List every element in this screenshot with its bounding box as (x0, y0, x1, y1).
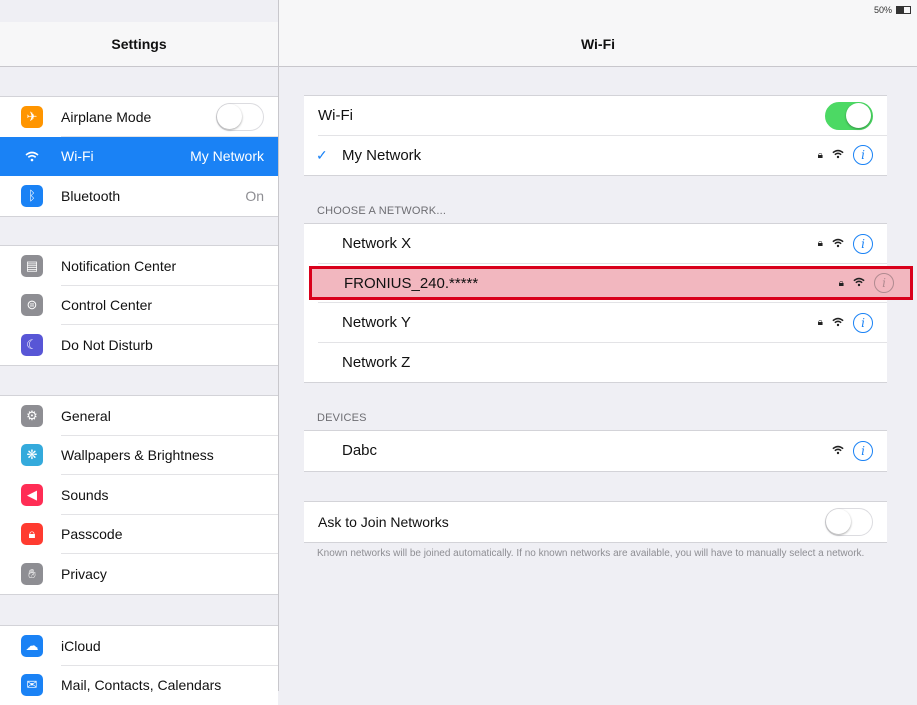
network-row[interactable]: Network Y 🔒︎ i (304, 303, 887, 343)
network-status-icons: i (832, 441, 873, 461)
ask-to-join-label: Ask to Join Networks (318, 514, 825, 530)
sidebar-item-passcode[interactable]: 🔒︎ Passcode (0, 515, 278, 555)
sidebar-item-icloud[interactable]: ☁ iCloud (0, 626, 278, 666)
info-icon[interactable]: i (853, 234, 873, 254)
sidebar-item-notification-center[interactable]: ▤ Notification Center (0, 246, 278, 286)
sidebar-item-wifi[interactable]: Wi-Fi My Network (0, 137, 278, 177)
sidebar-item-do-not-disturb[interactable]: ☾ Do Not Disturb (0, 325, 278, 365)
network-name: Network Y (342, 314, 818, 331)
sidebar-group-notifications: ▤ Notification Center ⊜ Control Center ☾… (0, 245, 278, 366)
sidebar-title: Settings (0, 22, 278, 67)
lock-icon: 🔒︎ (21, 523, 43, 545)
wifi-signal-icon (832, 444, 844, 458)
gear-icon: ⚙ (21, 405, 43, 427)
highlighted-network-row[interactable]: FRONIUS_240.***** 🔒︎ i (309, 266, 913, 300)
ask-to-join-row: Ask to Join Networks (304, 502, 887, 542)
network-status-icons: 🔒︎ i (818, 145, 873, 165)
network-status-icons: 🔒︎ i (818, 234, 873, 254)
toggle-knob (826, 509, 851, 534)
wifi-signal-icon (832, 148, 844, 162)
info-icon[interactable]: i (853, 441, 873, 461)
info-icon[interactable]: i (853, 145, 873, 165)
sidebar-item-privacy[interactable]: ✋︎ Privacy (0, 554, 278, 594)
lock-icon: 🔒︎ (839, 278, 844, 289)
network-status-icons: 🔒︎ i (818, 313, 873, 333)
network-row[interactable]: Network X 🔒︎ i (304, 224, 887, 264)
sidebar-item-label: iCloud (61, 638, 278, 654)
connected-network-name: My Network (342, 147, 818, 164)
mail-icon: ✉ (21, 674, 43, 696)
devices-title: DEVICES (317, 412, 367, 424)
sidebar-item-sounds[interactable]: ◀ Sounds (0, 475, 278, 515)
toggle-knob (217, 104, 242, 129)
sidebar-item-label: Privacy (61, 566, 278, 582)
wifi-toggle[interactable] (825, 102, 873, 130)
sidebar-item-label: Do Not Disturb (61, 337, 278, 353)
sidebar-group-accounts: ☁ iCloud ✉ Mail, Contacts, Calendars (0, 625, 278, 705)
airplane-mode-toggle[interactable] (216, 103, 264, 131)
sidebar-item-value: My Network (190, 148, 264, 164)
moon-icon: ☾ (21, 334, 43, 356)
choose-network-title: CHOOSE A NETWORK... (317, 205, 446, 217)
ask-to-join-toggle[interactable] (825, 508, 873, 536)
flower-icon: ❋ (21, 444, 43, 466)
network-status-icons: 🔒︎ i (839, 273, 894, 293)
sidebar-item-value: On (245, 188, 264, 204)
hand-icon: ✋︎ (21, 563, 43, 585)
network-name: Network X (342, 235, 818, 252)
wifi-icon (21, 145, 43, 167)
sidebar-group-connectivity: ✈ Airplane Mode Wi-Fi My Network ᛒ Bluet… (0, 96, 278, 217)
wifi-signal-icon (832, 237, 844, 251)
sidebar-item-label: Notification Center (61, 258, 278, 274)
ask-to-join-card: Ask to Join Networks (304, 501, 887, 543)
status-right: 50% (874, 5, 911, 15)
page-title: Wi-Fi (279, 22, 917, 67)
device-name: Dabc (342, 442, 832, 459)
sidebar-item-label: Airplane Mode (61, 109, 216, 125)
lock-icon: 🔒︎ (818, 150, 823, 161)
network-name: FRONIUS_240.***** (344, 275, 839, 292)
wifi-card: Wi-Fi ✓ My Network 🔒︎ i (304, 95, 887, 176)
network-row[interactable]: Network Z (304, 343, 887, 383)
sidebar-item-label: Wallpapers & Brightness (61, 447, 278, 463)
notification-center-icon: ▤ (21, 255, 43, 277)
sidebar-item-label: Control Center (61, 297, 278, 313)
sidebar-item-wallpapers-brightness[interactable]: ❋ Wallpapers & Brightness (0, 436, 278, 476)
sidebar-item-airplane-mode[interactable]: ✈ Airplane Mode (0, 97, 278, 137)
network-list: Network X 🔒︎ i Network Y 🔒︎ i Network Z (304, 223, 887, 383)
sidebar-item-label: Sounds (61, 487, 278, 503)
cloud-icon: ☁ (21, 635, 43, 657)
battery-percentage: 50% (874, 5, 892, 15)
toggle-knob (846, 103, 871, 128)
sidebar-item-bluetooth[interactable]: ᛒ Bluetooth On (0, 176, 278, 216)
wifi-signal-icon (832, 316, 844, 330)
checkmark-icon: ✓ (316, 147, 342, 164)
sidebar-item-general[interactable]: ⚙ General (0, 396, 278, 436)
network-name: Network Z (342, 354, 887, 371)
wifi-label: Wi-Fi (318, 107, 825, 124)
speaker-icon: ◀ (21, 484, 43, 506)
connected-network-row[interactable]: ✓ My Network 🔒︎ i (304, 136, 887, 176)
sidebar-item-mail-contacts-calendars[interactable]: ✉ Mail, Contacts, Calendars (0, 666, 278, 705)
device-row[interactable]: Dabc i (304, 431, 887, 471)
settings-sidebar: Settings ✈ Airplane Mode Wi-Fi My Networ… (0, 0, 279, 691)
lock-icon: 🔒︎ (818, 317, 823, 328)
devices-list: Dabc i (304, 430, 887, 472)
sidebar-item-control-center[interactable]: ⊜ Control Center (0, 286, 278, 326)
wifi-signal-icon (853, 276, 865, 290)
sidebar-item-label: Bluetooth (61, 188, 245, 204)
airplane-icon: ✈ (21, 106, 43, 128)
sidebar-item-label: General (61, 408, 278, 424)
sidebar-item-label: Wi-Fi (61, 148, 190, 164)
battery-icon (896, 6, 911, 14)
bluetooth-icon: ᛒ (21, 185, 43, 207)
sidebar-item-label: Passcode (61, 526, 278, 542)
info-icon[interactable]: i (853, 313, 873, 333)
sidebar-group-general: ⚙ General ❋ Wallpapers & Brightness ◀ So… (0, 395, 278, 595)
lock-icon: 🔒︎ (818, 238, 823, 249)
control-center-icon: ⊜ (21, 294, 43, 316)
info-icon[interactable]: i (874, 273, 894, 293)
ask-to-join-footnote: Known networks will be joined automatica… (317, 547, 882, 561)
wifi-toggle-row: Wi-Fi (304, 96, 887, 136)
